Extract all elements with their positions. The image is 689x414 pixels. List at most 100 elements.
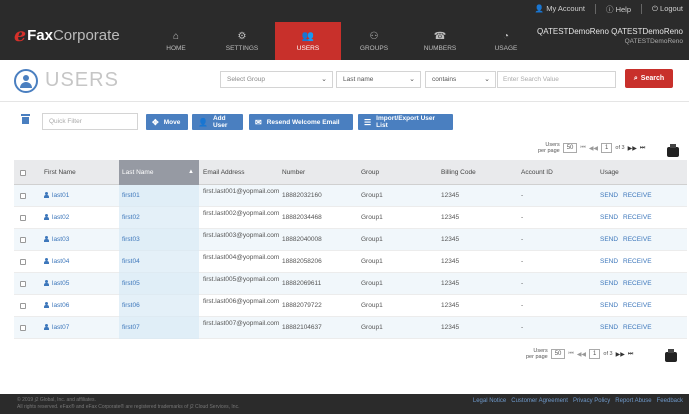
user-icon	[44, 302, 49, 308]
first-page-icon[interactable]: ⏮	[580, 145, 585, 152]
nav-usage[interactable]: ◔ USAGE	[473, 22, 539, 60]
col-account-id[interactable]: Account ID	[521, 169, 553, 176]
first-name-link[interactable]: last02	[44, 214, 69, 221]
table-row[interactable]: last06 first06 first.last006@yopmail.com…	[14, 295, 687, 317]
last-name-link[interactable]: first02	[122, 214, 140, 221]
first-name-link[interactable]: last01	[44, 192, 69, 199]
select-group-dropdown[interactable]: Select Group ⌄	[220, 71, 333, 88]
usage-receive-link[interactable]: RECEIVE	[623, 236, 652, 243]
pager-label-line2: per page	[538, 148, 560, 154]
usage-receive-link[interactable]: RECEIVE	[623, 324, 652, 331]
trash-icon[interactable]	[21, 114, 30, 124]
select-group-value: Select Group	[227, 76, 265, 83]
quick-filter-input[interactable]: Quick Filter	[42, 113, 138, 130]
usage-receive-link[interactable]: RECEIVE	[623, 214, 652, 221]
usage-send-link[interactable]: SEND	[600, 192, 618, 199]
usage-send-link[interactable]: SEND	[600, 236, 618, 243]
row-checkbox[interactable]	[20, 325, 26, 331]
row-checkbox[interactable]	[20, 237, 26, 243]
select-all-checkbox[interactable]	[20, 170, 26, 176]
usage-send-link[interactable]: SEND	[600, 302, 618, 309]
prev-page-icon[interactable]: ◀◀	[589, 145, 598, 152]
logout-link[interactable]: ⏻ Logout	[652, 4, 683, 15]
privacy-policy-link[interactable]: Privacy Policy	[573, 398, 610, 404]
table-row[interactable]: last04 first04 first.last004@yopmail.com…	[14, 251, 687, 273]
efax-corporate-logo[interactable]: e Fax Corporate	[14, 24, 120, 46]
last-page-icon[interactable]: ⏭	[640, 145, 645, 152]
search-button[interactable]: ⌕ Search	[625, 69, 673, 88]
row-checkbox[interactable]	[20, 303, 26, 309]
number-cell: 18882034468	[282, 214, 322, 221]
printer-icon[interactable]	[667, 144, 679, 157]
col-group[interactable]: Group	[361, 169, 379, 176]
usage-send-link[interactable]: SEND	[600, 324, 618, 331]
last-name-link[interactable]: first01	[122, 192, 140, 199]
search-operator-dropdown[interactable]: contains ⌄	[425, 71, 496, 88]
nav-users[interactable]: 👥 USERS	[275, 22, 341, 60]
first-name-link[interactable]: last03	[44, 236, 69, 243]
table-row[interactable]: last03 first03 first.last003@yopmail.com…	[14, 229, 687, 251]
printer-icon[interactable]	[665, 349, 677, 362]
billing-code-cell: 12345	[441, 192, 460, 199]
usage-receive-link[interactable]: RECEIVE	[623, 302, 652, 309]
row-checkbox[interactable]	[20, 193, 26, 199]
nav-numbers[interactable]: ☎ NUMBERS	[407, 22, 473, 60]
search-value-input[interactable]: Enter Search Value	[497, 71, 616, 88]
page-number-input[interactable]: 1	[601, 143, 613, 153]
table-row[interactable]: last01 first01 first.last001@yopmail.com…	[14, 185, 687, 207]
user-icon	[44, 324, 49, 330]
import-export-label: Import/Export User List	[376, 115, 436, 129]
import-export-button[interactable]: ☰ Import/Export User List	[358, 114, 453, 130]
usage-send-link[interactable]: SEND	[600, 280, 618, 287]
row-checkbox[interactable]	[20, 259, 26, 265]
first-page-icon[interactable]: ⏮	[568, 351, 573, 358]
per-page-select[interactable]: 50	[550, 349, 566, 359]
first-name-link[interactable]: last04	[44, 258, 69, 265]
last-name-link[interactable]: first05	[122, 280, 140, 287]
first-name-link[interactable]: last06	[44, 302, 69, 309]
usage-receive-link[interactable]: RECEIVE	[623, 258, 652, 265]
search-field-dropdown[interactable]: Last name ⌄	[336, 71, 421, 88]
page-number-input[interactable]: 1	[589, 349, 601, 359]
next-page-icon[interactable]: ▶▶	[616, 351, 625, 358]
first-name-link[interactable]: last05	[44, 280, 69, 287]
customer-agreement-link[interactable]: Customer Agreement	[511, 398, 568, 404]
row-checkbox[interactable]	[20, 215, 26, 221]
col-number[interactable]: Number	[282, 169, 305, 176]
col-last-name[interactable]: Last Name ▲	[119, 160, 199, 185]
last-name-link[interactable]: first06	[122, 302, 140, 309]
usage-receive-link[interactable]: RECEIVE	[623, 192, 652, 199]
add-user-button[interactable]: 👤 Add User	[192, 114, 243, 130]
feedback-link[interactable]: Feedback	[657, 398, 683, 404]
nav-settings[interactable]: ⚙ SETTINGS	[209, 22, 275, 60]
col-first-name[interactable]: First Name	[44, 169, 76, 176]
last-name-link[interactable]: first03	[122, 236, 140, 243]
users-table: First Name Last Name ▲ Email Address Num…	[14, 160, 687, 339]
my-account-link[interactable]: 👤 My Account	[535, 4, 585, 15]
number-cell: 18882079722	[282, 302, 322, 309]
next-page-icon[interactable]: ▶▶	[628, 145, 637, 152]
col-billing-code[interactable]: Billing Code	[441, 169, 476, 176]
table-row[interactable]: last02 first02 first.last002@yopmail.com…	[14, 207, 687, 229]
usage-receive-link[interactable]: RECEIVE	[623, 280, 652, 287]
row-checkbox[interactable]	[20, 281, 26, 287]
last-name-link[interactable]: first04	[122, 258, 140, 265]
move-button[interactable]: ✥ Move	[146, 114, 188, 130]
last-name-link[interactable]: first07	[122, 324, 140, 331]
email-icon: ✉	[255, 117, 262, 127]
prev-page-icon[interactable]: ◀◀	[577, 351, 586, 358]
usage-send-link[interactable]: SEND	[600, 214, 618, 221]
nav-home[interactable]: ⌂ HOME	[143, 22, 209, 60]
table-row[interactable]: last05 first05 first.last005@yopmail.com…	[14, 273, 687, 295]
table-row[interactable]: last07 first07 first.last007@yopmail.com…	[14, 317, 687, 339]
per-page-select[interactable]: 50	[562, 143, 578, 153]
last-page-icon[interactable]: ⏭	[628, 351, 633, 358]
nav-groups[interactable]: ⚇ GROUPS	[341, 22, 407, 60]
legal-notice-link[interactable]: Legal Notice	[473, 398, 506, 404]
usage-send-link[interactable]: SEND	[600, 258, 618, 265]
help-link[interactable]: ⓘ Help	[606, 4, 631, 15]
col-email[interactable]: Email Address	[203, 169, 245, 176]
report-abuse-link[interactable]: Report Abuse	[615, 398, 651, 404]
first-name-link[interactable]: last07	[44, 324, 69, 331]
resend-welcome-email-button[interactable]: ✉ Resend Welcome Email	[249, 114, 353, 130]
